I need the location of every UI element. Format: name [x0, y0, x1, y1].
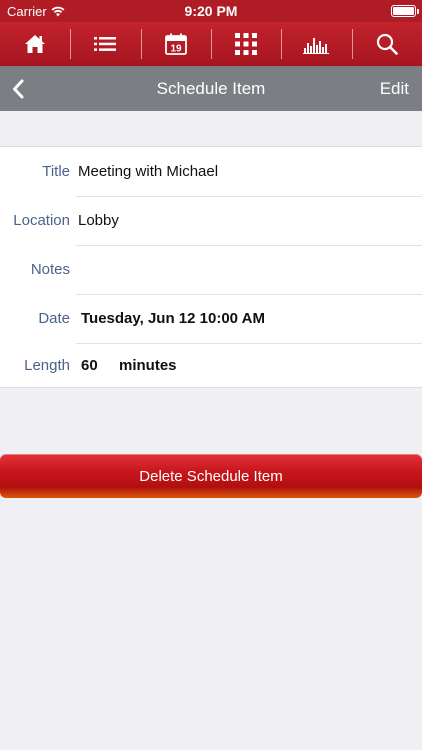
search-button[interactable]	[351, 22, 422, 66]
delete-schedule-item-button[interactable]: Delete Schedule Item	[0, 454, 422, 498]
top-toolbar: 19	[0, 22, 422, 66]
date-label: Date	[38, 310, 70, 327]
date-row: Date Tuesday, Jun 12 10:00 AM	[0, 294, 422, 343]
location-row: Location Lobby	[0, 196, 422, 245]
home-icon	[25, 35, 46, 53]
battery-icon	[391, 5, 419, 17]
home-button[interactable]	[0, 22, 70, 66]
navigation-bar: Schedule Item Edit	[0, 66, 422, 111]
search-icon	[376, 33, 398, 55]
calendar-button[interactable]: 19	[140, 22, 211, 66]
notes-label: Notes	[30, 261, 70, 278]
location-value: Lobby	[78, 212, 119, 229]
title-row: Title Meeting with Michael	[0, 147, 422, 196]
list-icon	[94, 37, 117, 51]
title-label: Title	[42, 163, 70, 180]
date-value: Tuesday, Jun 12 10:00 AM	[81, 310, 265, 327]
calendar-day: 19	[170, 44, 182, 55]
chart-button[interactable]	[281, 22, 351, 66]
length-value: 60	[81, 356, 98, 374]
title-value: Meeting with Michael	[78, 163, 219, 180]
length-label: Length	[24, 356, 70, 374]
grid-icon	[235, 33, 258, 55]
list-button[interactable]	[70, 22, 140, 66]
length-unit: minutes	[119, 356, 177, 374]
grid-button[interactable]	[210, 22, 281, 66]
chart-icon	[303, 38, 330, 54]
page-title: Schedule Item	[156, 79, 266, 98]
status-bar: Carrier 9:20 PM	[0, 0, 422, 22]
status-time: 9:20 PM	[184, 3, 238, 19]
schedule-item-form: Title Meeting with Michael Location Lobb…	[0, 146, 422, 388]
notes-row: Notes	[0, 245, 422, 294]
location-label: Location	[13, 212, 70, 229]
edit-button[interactable]: Edit	[380, 79, 409, 99]
length-row: Length 60 minutes	[0, 343, 422, 387]
calendar-icon: 19	[164, 33, 187, 55]
